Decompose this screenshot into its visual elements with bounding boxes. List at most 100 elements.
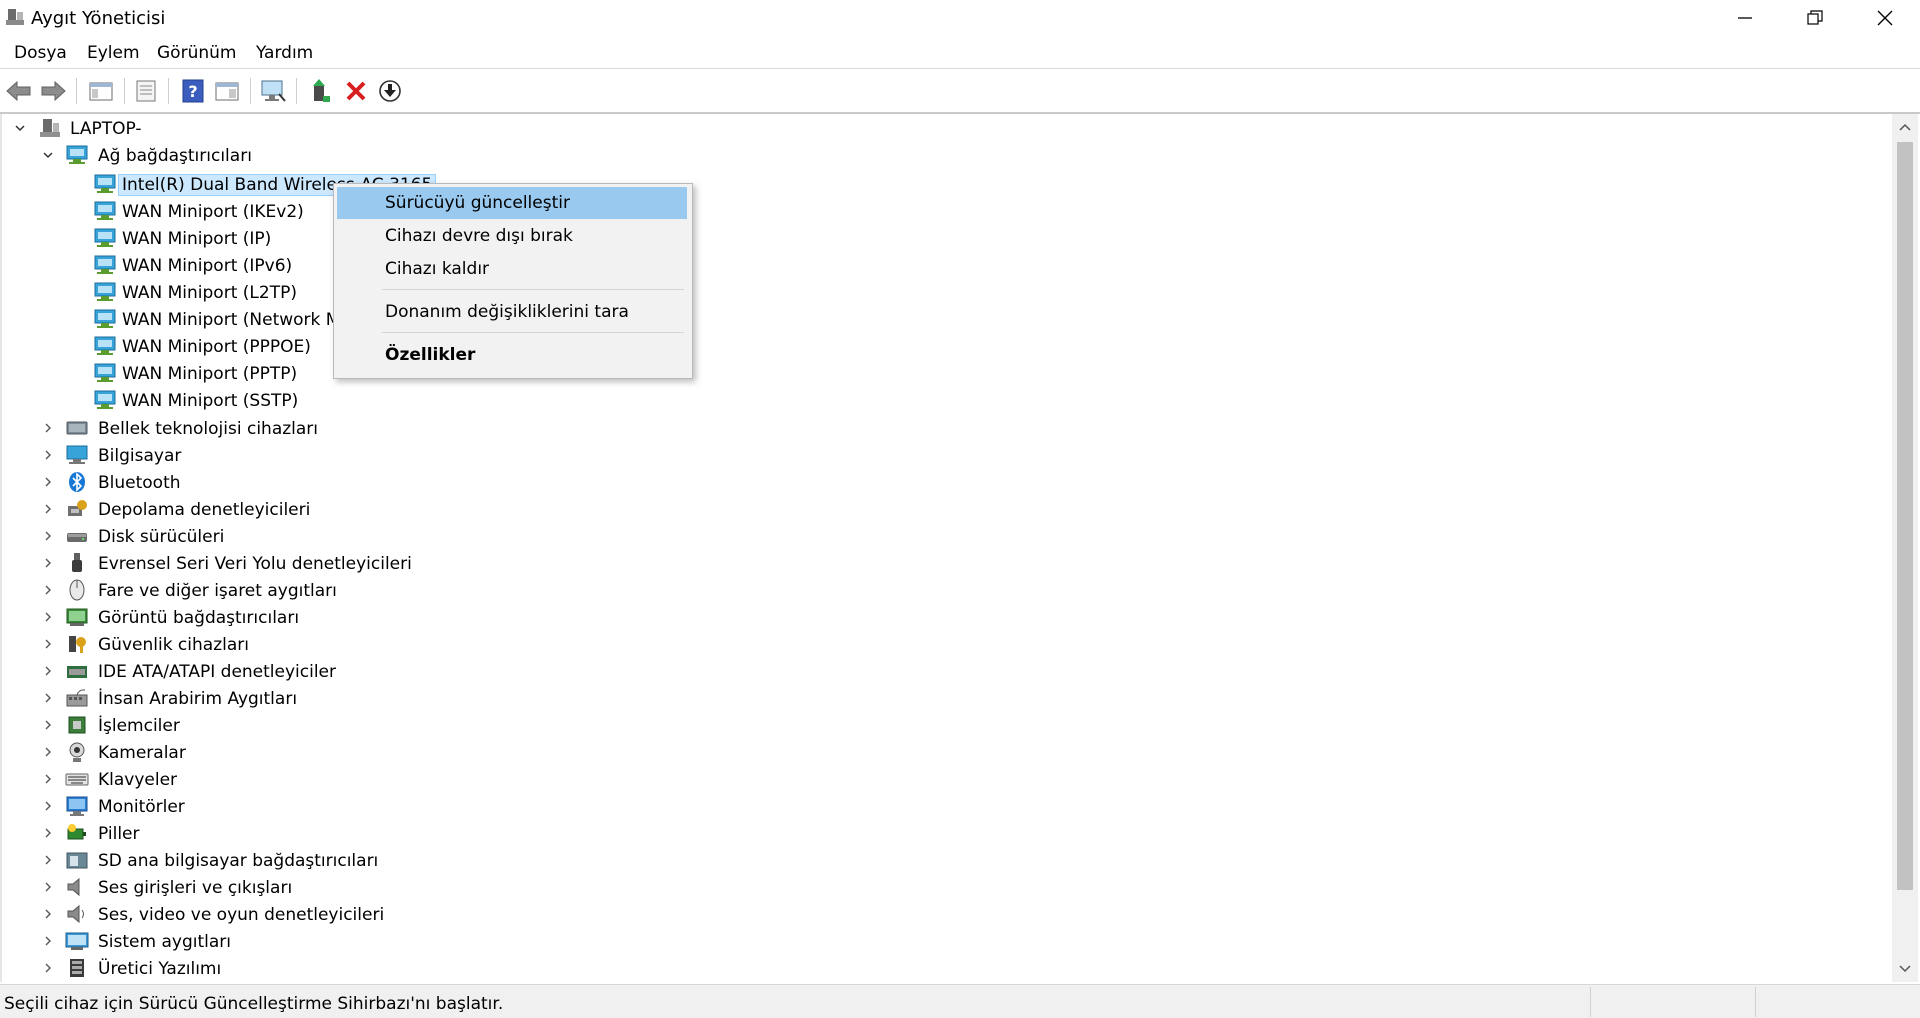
category-expander[interactable] — [40, 771, 56, 787]
category-expander[interactable] — [40, 798, 56, 814]
sd-host-adapter-icon — [66, 852, 88, 869]
properties-menu-item[interactable]: Özellikler — [337, 339, 687, 371]
context-menu: Sürücüyü güncelleştir Cihazı devre dışı … — [333, 183, 693, 379]
install-button[interactable] — [375, 76, 405, 106]
uninstall-icon — [346, 81, 366, 101]
category-item[interactable]: Görüntü bağdaştırıcıları — [98, 608, 299, 628]
forward-button[interactable] — [38, 76, 68, 106]
category-expander[interactable] — [40, 879, 56, 895]
category-expander[interactable] — [40, 825, 56, 841]
menu-file[interactable]: Dosya — [14, 43, 67, 63]
category-item[interactable]: Sistem aygıtları — [98, 932, 231, 952]
category-item[interactable]: Güvenlik cihazları — [98, 635, 249, 655]
disable-device-menu-item[interactable]: Cihazı devre dışı bırak — [337, 220, 687, 252]
monitor-icon — [66, 796, 88, 816]
category-expander[interactable] — [40, 555, 56, 571]
scan-hardware-menu-item[interactable]: Donanım değişikliklerini tara — [337, 296, 687, 328]
category-item[interactable]: Piller — [98, 824, 140, 844]
category-expander[interactable] — [40, 474, 56, 490]
network-adapter-item[interactable]: WAN Miniport (PPPOE) — [122, 337, 311, 357]
category-item[interactable]: Klavyeler — [98, 770, 177, 790]
category-expander[interactable] — [40, 852, 56, 868]
menu-action[interactable]: Eylem — [87, 43, 140, 63]
close-icon — [1877, 10, 1893, 26]
network-adapter-item[interactable]: WAN Miniport (L2TP) — [122, 283, 297, 303]
category-expander[interactable] — [40, 501, 56, 517]
chevron-right-icon — [45, 450, 51, 460]
category-item[interactable]: Fare ve diğer işaret aygıtları — [98, 581, 337, 601]
category-item[interactable]: Evrensel Seri Veri Yolu denetleyicileri — [98, 554, 412, 574]
category-expander[interactable] — [40, 744, 56, 760]
update-driver-menu-item[interactable]: Sürücüyü güncelleştir — [337, 187, 687, 219]
category-expander[interactable] — [40, 609, 56, 625]
category-item[interactable]: Depolama denetleyicileri — [98, 500, 310, 520]
menu-bar: Dosya Eylem Görünüm Yardım — [0, 38, 1920, 69]
category-item[interactable]: Kameralar — [98, 743, 186, 763]
network-adapter-item[interactable]: WAN Miniport (IKEv2) — [122, 202, 304, 222]
restore-button[interactable] — [1780, 0, 1850, 36]
category-expander[interactable] — [40, 933, 56, 949]
update-driver-label: Sürücüyü güncelleştir — [385, 193, 570, 213]
category-item[interactable]: Monitörler — [98, 797, 185, 817]
tree-group-label[interactable]: Ağ bağdaştırıcıları — [98, 146, 252, 166]
menu-help[interactable]: Yardım — [256, 43, 313, 63]
category-item[interactable]: IDE ATA/ATAPI denetleyiciler — [98, 662, 336, 682]
category-item[interactable]: Bluetooth — [98, 473, 181, 493]
network-adapter-icon — [94, 174, 116, 193]
category-item[interactable]: Üretici Yazılımı — [98, 959, 221, 979]
category-item[interactable]: İşlemciler — [98, 716, 180, 736]
tree-root-label[interactable]: LAPTOP- — [70, 119, 142, 139]
category-expander[interactable] — [40, 690, 56, 706]
category-item[interactable]: İnsan Arabirim Aygıtları — [98, 689, 297, 709]
category-expander[interactable] — [40, 528, 56, 544]
back-button[interactable] — [4, 76, 34, 106]
uninstall-device-button[interactable] — [341, 76, 371, 106]
close-button[interactable] — [1850, 0, 1920, 36]
chevron-right-icon — [45, 477, 51, 487]
scan-hardware-button[interactable] — [258, 76, 288, 106]
network-adapter-item[interactable]: WAN Miniport (IPv6) — [122, 256, 292, 276]
storage-controller-icon — [68, 500, 87, 516]
root-expander[interactable] — [12, 120, 28, 136]
category-expander[interactable] — [40, 447, 56, 463]
uninstall-device-menu-item[interactable]: Cihazı kaldır — [337, 253, 687, 285]
help-button[interactable]: ? — [178, 76, 208, 106]
chevron-right-icon — [45, 828, 51, 838]
update-driver-button[interactable] — [305, 76, 335, 106]
category-expander[interactable] — [40, 717, 56, 733]
network-adapter-icon — [94, 336, 116, 355]
category-expander[interactable] — [40, 636, 56, 652]
properties-button[interactable] — [131, 76, 161, 106]
show-hide-action-pane-button[interactable] — [212, 76, 242, 106]
chevron-right-icon — [45, 423, 51, 433]
category-expander[interactable] — [40, 420, 56, 436]
status-text: Seçili cihaz için Sürücü Güncelleştirme … — [4, 994, 504, 1014]
device-tree[interactable]: LAPTOP- Ağ bağdaştırıcıları Intel(R) Dua… — [0, 114, 1894, 982]
network-group-expander[interactable] — [40, 147, 56, 163]
category-item[interactable]: Bilgisayar — [98, 446, 181, 466]
network-adapter-item[interactable]: WAN Miniport (SSTP) — [122, 391, 298, 411]
category-item[interactable]: Ses, video ve oyun denetleyicileri — [98, 905, 384, 925]
show-hide-console-tree-button[interactable] — [86, 76, 116, 106]
minimize-button[interactable] — [1710, 0, 1780, 36]
scroll-down-icon[interactable] — [1899, 964, 1911, 974]
scan-hardware-icon — [261, 80, 286, 102]
network-adapter-icon — [94, 201, 116, 220]
battery-icon — [67, 824, 86, 840]
category-item[interactable]: SD ana bilgisayar bağdaştırıcıları — [98, 851, 378, 871]
category-item[interactable]: Ses girişleri ve çıkışları — [98, 878, 292, 898]
scroll-up-icon[interactable] — [1899, 122, 1911, 132]
category-expander[interactable] — [40, 960, 56, 976]
category-expander[interactable] — [40, 582, 56, 598]
update-driver-icon — [313, 79, 330, 102]
network-adapter-item[interactable]: WAN Miniport (PPTP) — [122, 364, 297, 384]
category-item[interactable]: Bellek teknolojisi cihazları — [98, 419, 318, 439]
category-item[interactable]: Disk sürücüleri — [98, 527, 224, 547]
network-adapter-icon — [94, 282, 116, 301]
category-expander[interactable] — [40, 663, 56, 679]
scrollbar-thumb[interactable] — [1897, 142, 1913, 890]
network-adapter-item[interactable]: WAN Miniport (IP) — [122, 229, 271, 249]
menu-view[interactable]: Görünüm — [157, 43, 236, 63]
category-expander[interactable] — [40, 906, 56, 922]
vertical-scrollbar[interactable] — [1892, 114, 1918, 982]
